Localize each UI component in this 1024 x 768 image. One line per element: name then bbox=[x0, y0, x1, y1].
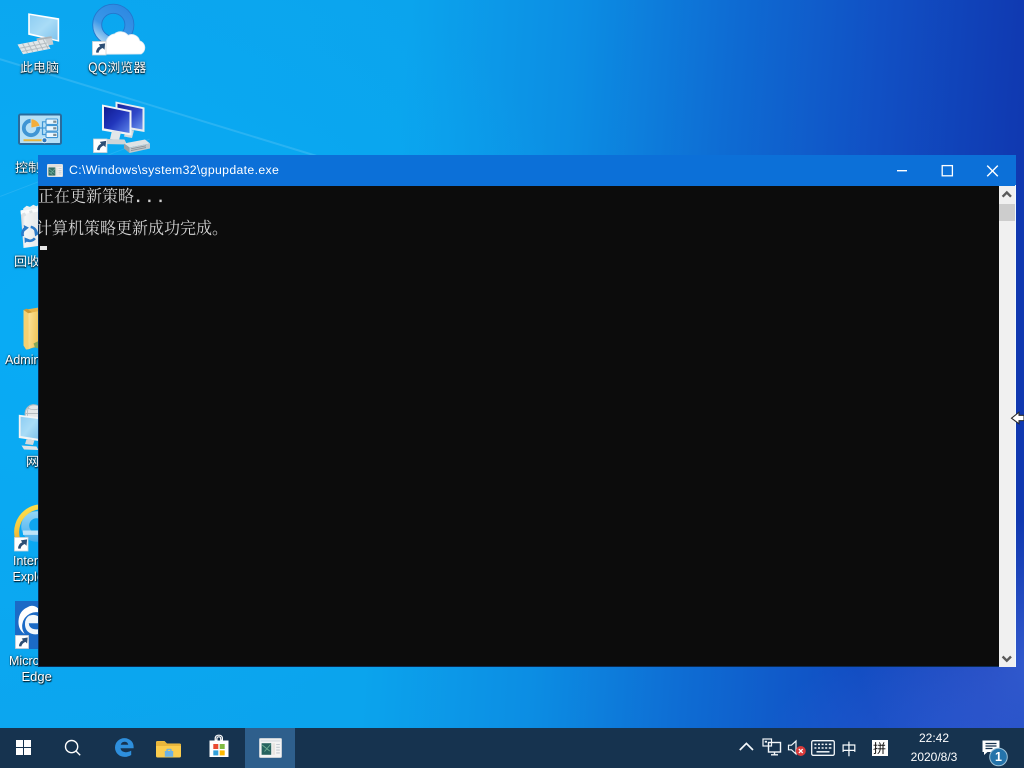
svg-text:1: 1 bbox=[995, 750, 1002, 764]
